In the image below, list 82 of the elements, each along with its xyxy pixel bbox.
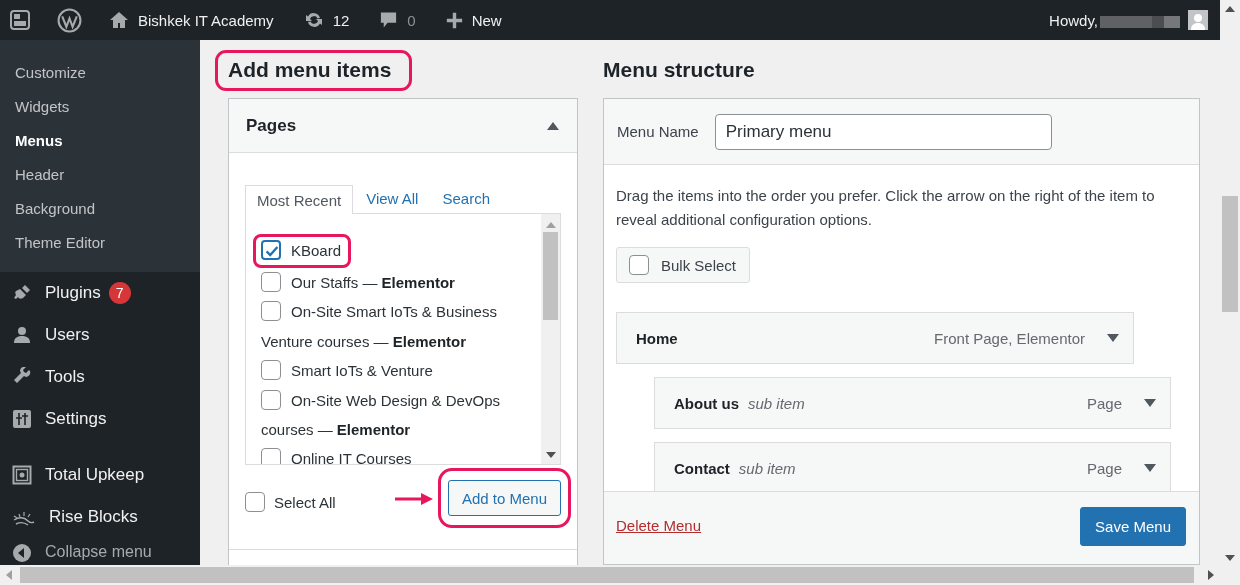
field-label: Menu Name [617,123,699,140]
checkbox[interactable] [261,360,281,381]
avatar-icon[interactable] [1188,10,1208,30]
layout-icon[interactable] [10,10,30,30]
greeting-text: Howdy, [1049,11,1098,29]
updates-link[interactable]: 12 [303,10,350,30]
menu-item-type: Page [1086,394,1122,412]
sidebar-item[interactable]: Users [0,314,200,356]
sidebar-item[interactable]: Total Upkeep [0,454,200,496]
submenu-item[interactable]: Theme Editor [0,226,200,260]
scroll-up-icon [1225,6,1235,12]
menu-item-title: Home [636,329,678,347]
tab[interactable]: Search [431,184,501,213]
checkbox[interactable] [261,448,281,464]
caret-icon[interactable] [1107,334,1119,342]
checkbox[interactable] [261,301,281,322]
checkbox[interactable] [261,389,281,410]
count-badge: 7 [108,282,131,304]
caret-icon[interactable] [1144,464,1156,472]
scroll-right-icon [1208,570,1214,580]
scrollbar-thumb[interactable] [1222,196,1238,312]
accordion-header[interactable]: Pages [229,99,577,153]
menu-item-type: Front Page, Elementor [934,329,1085,347]
checkbox[interactable] [261,240,281,260]
submenu-item[interactable]: Header [0,158,200,192]
site-link[interactable]: Bishkek IT Academy [109,10,274,30]
section-heading: Add menu items [228,57,392,83]
select-all-label[interactable]: Select All [274,493,336,511]
comments-link[interactable]: 0 [379,10,416,30]
scroll-down-icon [1225,555,1235,561]
menu-item-title: Contact [674,459,730,477]
submenu-item[interactable]: Customize [0,56,200,90]
scroll-left-icon [6,570,12,580]
caret-icon[interactable] [1144,399,1156,407]
collapse-menu-link[interactable]: Collapse menu [0,538,200,565]
scrollbar-thumb[interactable] [543,232,558,320]
scrollbar-thumb[interactable] [20,567,1194,583]
save-menu-button[interactable]: Save Menu [1080,507,1186,546]
page-item-label[interactable]: KBoard [291,242,342,259]
tab[interactable]: Most Recent [245,185,354,214]
home-icon [109,10,129,30]
tab[interactable]: View All [355,184,430,213]
sync-icon [303,10,324,30]
menu-item-type: Page [1086,459,1122,477]
page-item[interactable]: Our Staffs — Elementor [261,268,535,298]
comment-icon [379,10,399,30]
sidebar-item[interactable]: Plugins 7 [0,272,200,314]
page-item[interactable]: Online IT Courses [261,444,535,464]
checkbox[interactable] [245,492,265,512]
menu-item-title: About us [674,394,739,412]
delete-menu-link[interactable]: Delete Menu [616,517,702,534]
scroll-down-icon [545,452,556,458]
page-item[interactable]: On-Site Smart IoTs & Business Venture courses — Elementor [261,297,535,357]
menu-item[interactable]: About us sub item Page [654,377,1171,429]
new-link[interactable]: New [445,11,502,29]
sidebar-item[interactable]: Tools [0,356,200,398]
section-heading: Menu structure [603,57,756,83]
wordpress-icon[interactable] [57,7,82,33]
menu-item[interactable]: Contact sub item Page [654,442,1171,491]
safe-icon [12,465,32,485]
instructions-text: Drag the items into the order you prefer. Click the arrow on the right of the item to reveal additional configuration options. [616,186,1156,230]
page-item[interactable]: Smart IoTs & Venture [261,356,535,386]
menu-name-field[interactable]: Primary menu [714,113,1052,150]
sliders-icon [12,409,32,429]
scroll-up-icon [545,222,556,228]
accordion-title: Pages [246,115,297,136]
menu-item-note: sub item [748,394,805,412]
submenu-item[interactable]: Menus [0,124,200,158]
checkbox[interactable] [261,272,281,292]
menu-item[interactable]: Home Front Page, Elementor [616,312,1134,364]
page-item[interactable]: On-Site Web Design & DevOps courses — Elementor [261,385,535,445]
add-to-menu-button[interactable]: Add to Menu [447,480,561,516]
plus-icon [445,11,463,29]
checkbox[interactable] [629,255,649,275]
sidebar-item[interactable]: Rise Blocks [0,496,200,538]
menu-item-note: sub item [738,459,796,477]
bulk-select-button[interactable]: Bulk Select [616,247,751,283]
sidebar-item[interactable]: Settings [0,398,200,440]
submenu-item[interactable]: Widgets [0,90,200,124]
list-scrollbar[interactable] [541,214,560,464]
submenu-item[interactable]: Background [0,192,200,226]
user-icon [12,325,32,345]
